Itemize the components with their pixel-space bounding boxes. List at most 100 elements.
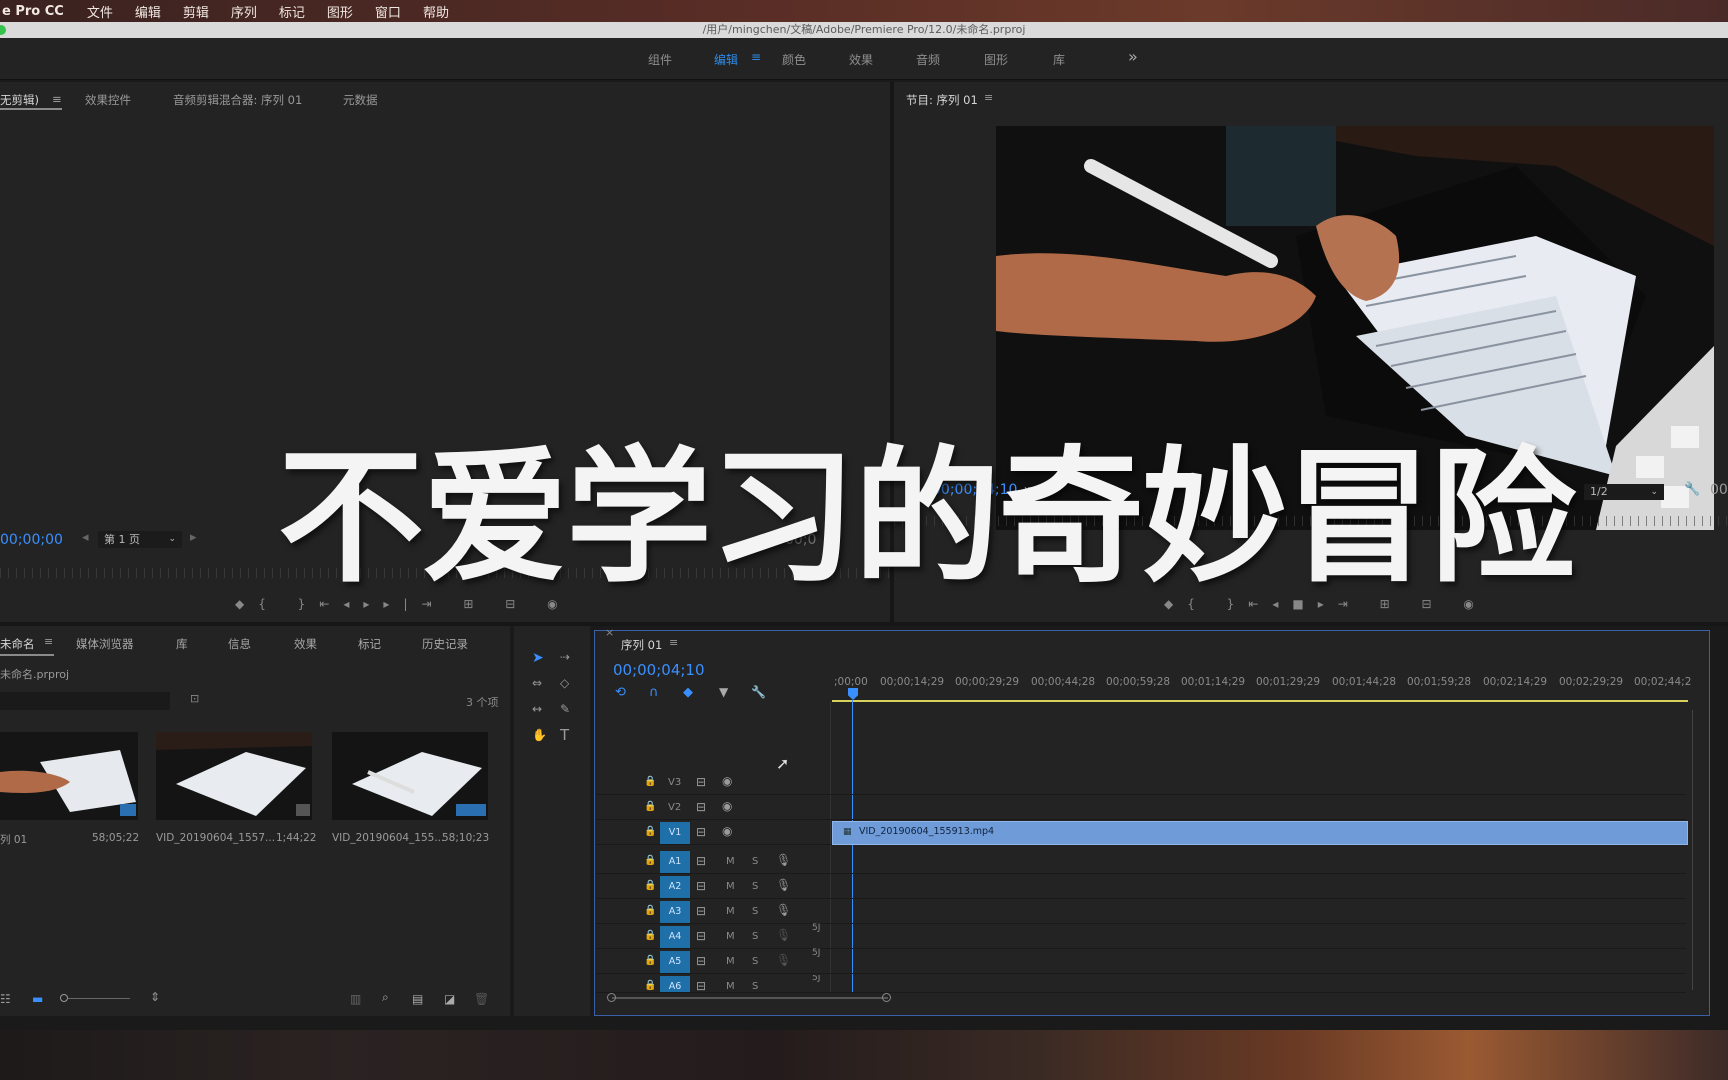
- solo-button[interactable]: S: [752, 981, 758, 992]
- solo-button[interactable]: S: [752, 881, 758, 892]
- new-bin-icon[interactable]: ▤: [412, 992, 423, 1006]
- close-tab-icon[interactable]: ×: [605, 626, 614, 639]
- tab-project[interactable]: 未命名: [0, 636, 35, 652]
- solo-button[interactable]: S: [752, 956, 758, 967]
- workspace-tab-color[interactable]: 颜色: [782, 51, 806, 68]
- new-item-icon[interactable]: ◪: [444, 992, 455, 1006]
- prev-page-icon[interactable]: ◂: [82, 530, 89, 545]
- eye-icon[interactable]: ◉: [722, 799, 732, 813]
- program-menu-icon[interactable]: ≡: [984, 91, 993, 104]
- selection-tool-icon[interactable]: ➤: [532, 650, 544, 666]
- tab-markers[interactable]: 标记: [358, 636, 381, 652]
- source-tab-menu-icon[interactable]: ≡: [52, 92, 62, 106]
- ripple-edit-tool-icon[interactable]: ⇔: [532, 676, 542, 690]
- menu-graphics[interactable]: 图形: [316, 2, 364, 21]
- mute-button[interactable]: M: [726, 906, 735, 917]
- scrollbar-start-handle[interactable]: [607, 993, 616, 1002]
- solo-button[interactable]: S: [752, 906, 758, 917]
- track-select-tool-icon[interactable]: ⇢: [560, 650, 570, 664]
- track-target-a6[interactable]: A6: [660, 976, 690, 992]
- workspace-tab-graphics[interactable]: 图形: [984, 51, 1008, 68]
- workspace-tab-editing[interactable]: 编辑: [714, 51, 738, 68]
- solo-button[interactable]: S: [752, 856, 758, 867]
- project-item-thumbnail[interactable]: [156, 732, 312, 820]
- timeline-timecode[interactable]: 00;00;04;10: [613, 661, 705, 679]
- lock-icon[interactable]: 🔒: [644, 801, 656, 812]
- eye-icon[interactable]: ◉: [722, 774, 732, 788]
- mute-button[interactable]: M: [726, 931, 735, 942]
- source-timecode[interactable]: 00;00;00: [0, 532, 63, 548]
- workspace-overflow-icon[interactable]: »: [1128, 47, 1138, 66]
- sync-lock-icon[interactable]: ⊟: [696, 954, 706, 968]
- next-page-icon[interactable]: ▸: [190, 530, 197, 545]
- type-tool-icon[interactable]: T: [560, 726, 569, 744]
- hand-tool-icon[interactable]: ✋: [532, 728, 547, 742]
- tab-sequence[interactable]: 序列 01: [621, 637, 662, 653]
- tab-libraries[interactable]: 库: [176, 636, 188, 652]
- video-clip[interactable]: ▦ VID_20190604_155913.mp4: [832, 821, 1688, 845]
- microphone-icon[interactable]: 🎙: [776, 903, 791, 917]
- track-target-a4[interactable]: A4: [660, 926, 690, 948]
- sort-icon[interactable]: ⇕: [150, 990, 160, 1004]
- pen-tool-icon[interactable]: ✎: [560, 702, 570, 716]
- zoom-slider-track[interactable]: [68, 998, 130, 999]
- tab-source[interactable]: 无剪辑): [0, 92, 39, 108]
- lock-icon[interactable]: 🔒: [644, 826, 656, 837]
- mute-button[interactable]: M: [726, 856, 735, 867]
- menu-help[interactable]: 帮助: [412, 2, 460, 21]
- menu-clip[interactable]: 剪辑: [172, 2, 220, 21]
- track-target-a3[interactable]: A3: [660, 901, 690, 923]
- sync-lock-icon[interactable]: ⊟: [696, 800, 706, 814]
- sync-lock-icon[interactable]: ⊟: [696, 879, 706, 893]
- lock-icon[interactable]: 🔒: [644, 905, 656, 916]
- lock-icon[interactable]: 🔒: [644, 980, 656, 991]
- tab-effect-controls[interactable]: 效果控件: [85, 92, 131, 108]
- microphone-icon[interactable]: 🎙: [776, 928, 791, 942]
- track-target-a2[interactable]: A2: [660, 876, 690, 898]
- new-bin-from-search-icon[interactable]: ⊡: [190, 692, 199, 705]
- zoom-slider-handle[interactable]: [60, 994, 68, 1002]
- menu-sequence[interactable]: 序列: [220, 2, 268, 21]
- microphone-icon[interactable]: 🎙: [776, 953, 791, 967]
- tab-info[interactable]: 信息: [228, 636, 251, 652]
- timeline-vertical-scrollbar[interactable]: [1692, 710, 1693, 990]
- microphone-icon[interactable]: 🎙: [776, 878, 791, 892]
- project-item-thumbnail[interactable]: [332, 732, 488, 820]
- lock-icon[interactable]: 🔒: [644, 776, 656, 787]
- tab-media-browser[interactable]: 媒体浏览器: [76, 636, 134, 652]
- slip-tool-icon[interactable]: ↔: [532, 702, 542, 716]
- track-target-a5[interactable]: A5: [660, 951, 690, 973]
- wrench-icon[interactable]: 🔧: [1684, 482, 1700, 497]
- mute-button[interactable]: M: [726, 981, 735, 992]
- work-area-bar[interactable]: [832, 700, 1688, 702]
- sync-lock-icon[interactable]: ⊟: [696, 929, 706, 943]
- mute-button[interactable]: M: [726, 956, 735, 967]
- snap-icon[interactable]: ∩: [649, 685, 659, 700]
- sync-lock-icon[interactable]: ⊟: [696, 854, 706, 868]
- page-select[interactable]: 第 1 页 ⌄: [98, 531, 182, 548]
- eye-icon[interactable]: ◉: [722, 824, 732, 838]
- scrollbar-end-handle[interactable]: [882, 993, 891, 1002]
- razor-tool-icon[interactable]: ◇: [560, 676, 569, 690]
- menu-window[interactable]: 窗口: [364, 2, 412, 21]
- automate-to-sequence-icon[interactable]: ▥: [350, 992, 361, 1006]
- microphone-icon[interactable]: 🎙: [776, 853, 791, 867]
- solo-button[interactable]: S: [752, 931, 758, 942]
- project-search-input[interactable]: [0, 692, 170, 710]
- sync-lock-icon[interactable]: ⊟: [696, 979, 706, 992]
- nest-icon[interactable]: ⟲: [615, 685, 626, 700]
- workspace-tab-assembly[interactable]: 组件: [648, 51, 672, 68]
- icon-view-icon[interactable]: ▬: [32, 992, 43, 1006]
- program-resolution-select[interactable]: 1/2 ⌄: [1584, 484, 1664, 500]
- workspace-tab-effects[interactable]: 效果: [849, 51, 873, 68]
- lock-icon[interactable]: 🔒: [644, 880, 656, 891]
- tab-effects[interactable]: 效果: [294, 636, 317, 652]
- lock-icon[interactable]: 🔒: [644, 855, 656, 866]
- search-icon[interactable]: ⌕: [382, 990, 389, 1005]
- workspace-tab-libraries[interactable]: 库: [1053, 51, 1065, 68]
- tab-metadata[interactable]: 元数据: [343, 92, 378, 108]
- list-view-icon[interactable]: ☷: [0, 992, 11, 1006]
- track-target-a1[interactable]: A1: [660, 851, 690, 873]
- timeline-horizontal-scrollbar[interactable]: [612, 997, 888, 999]
- sync-lock-icon[interactable]: ⊟: [696, 825, 706, 839]
